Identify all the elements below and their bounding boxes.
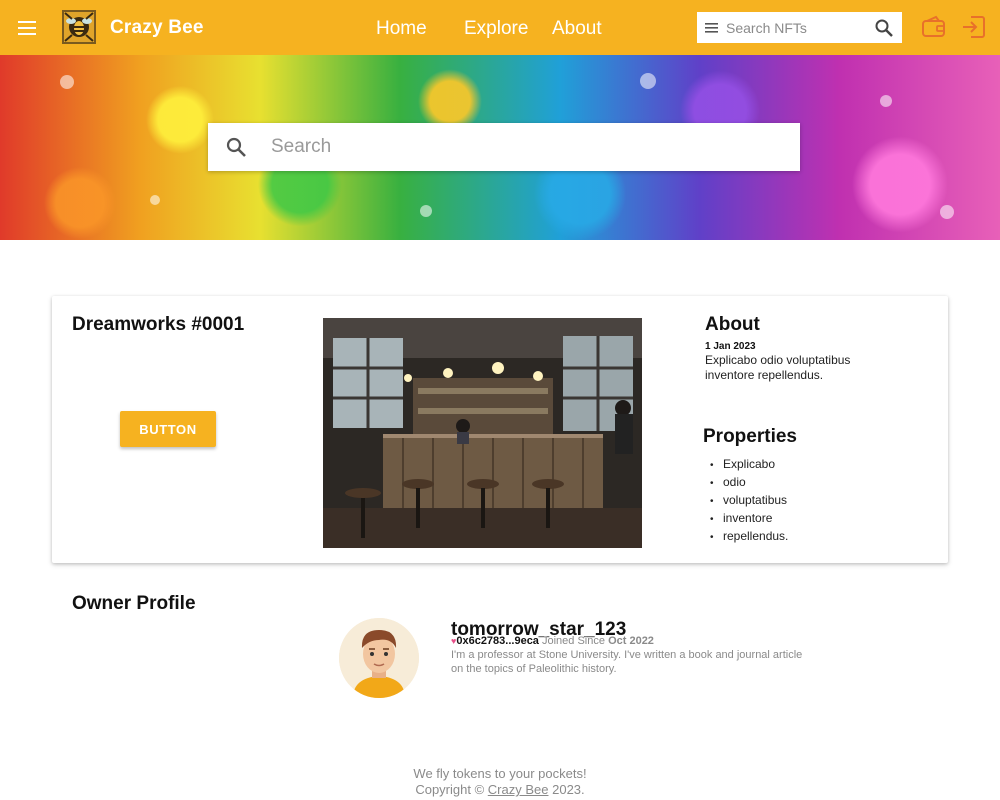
owner-meta: ♥0x6c2783...9eca Joined Since Oct 2022 <box>451 635 654 647</box>
copyright-link[interactable]: Crazy Bee <box>488 782 549 797</box>
owner-profile-heading: Owner Profile <box>72 593 196 614</box>
about-heading: About <box>705 314 760 335</box>
property-item: repellendus. <box>710 528 788 546</box>
properties-list: Explicabo odio voluptatibus inventore re… <box>710 456 788 546</box>
lines-icon[interactable] <box>704 21 720 35</box>
about-date: 1 Jan 2023 <box>705 341 756 352</box>
property-item: Explicabo <box>710 456 788 474</box>
nft-search-bar <box>697 12 902 43</box>
properties-heading: Properties <box>703 426 797 447</box>
hero-search-bar <box>208 123 800 171</box>
login-icon[interactable] <box>960 14 986 40</box>
bokeh-sparkle <box>150 195 160 205</box>
avatar[interactable] <box>339 618 419 698</box>
search-icon[interactable] <box>874 18 894 38</box>
nft-action-button[interactable]: BUTTON <box>120 411 216 447</box>
wallet-address[interactable]: 0x6c2783...9eca <box>456 635 539 647</box>
bee-logo[interactable] <box>62 10 96 44</box>
bokeh-sparkle <box>640 73 656 89</box>
nft-title: Dreamworks #0001 <box>72 314 245 335</box>
copyright-prefix: Copyright © <box>415 782 485 797</box>
about-description: Explicabo odio voluptatibus inventore re… <box>705 353 851 382</box>
footer: We fly tokens to your pockets! Copyright… <box>0 766 1000 798</box>
bokeh-sparkle <box>880 95 892 107</box>
menu-icon[interactable] <box>14 15 42 41</box>
nav-explore[interactable]: Explore <box>464 18 528 40</box>
bokeh-sparkle <box>60 75 74 89</box>
nft-search-input[interactable] <box>726 19 868 36</box>
property-item: voluptatibus <box>710 492 788 510</box>
owner-bio: I'm a professor at Stone University. I'v… <box>451 649 803 675</box>
hero-banner <box>0 55 1000 240</box>
hero-search-input[interactable] <box>271 136 771 158</box>
footer-copyright: Copyright © Crazy Bee 2023. <box>0 782 1000 798</box>
nft-card: Dreamworks #0001 BUTTON About 1 Jan 2023 <box>52 296 948 563</box>
footer-tagline: We fly tokens to your pockets! <box>413 766 587 781</box>
joined-label: Joined Since <box>542 635 605 647</box>
wallet-icon[interactable] <box>921 14 947 40</box>
brand-name[interactable]: Crazy Bee <box>110 17 204 39</box>
nav-about[interactable]: About <box>552 18 602 40</box>
property-item: inventore <box>710 510 788 528</box>
nav-home[interactable]: Home <box>376 18 427 40</box>
app-bar: Crazy Bee Home Explore About <box>0 0 1000 55</box>
property-item: odio <box>710 474 788 492</box>
bokeh-sparkle <box>940 205 954 219</box>
copyright-year: 2023. <box>552 782 585 797</box>
search-icon[interactable] <box>225 136 247 158</box>
nft-image <box>323 318 642 548</box>
bokeh-sparkle <box>420 205 432 217</box>
joined-date: Oct 2022 <box>608 635 654 647</box>
